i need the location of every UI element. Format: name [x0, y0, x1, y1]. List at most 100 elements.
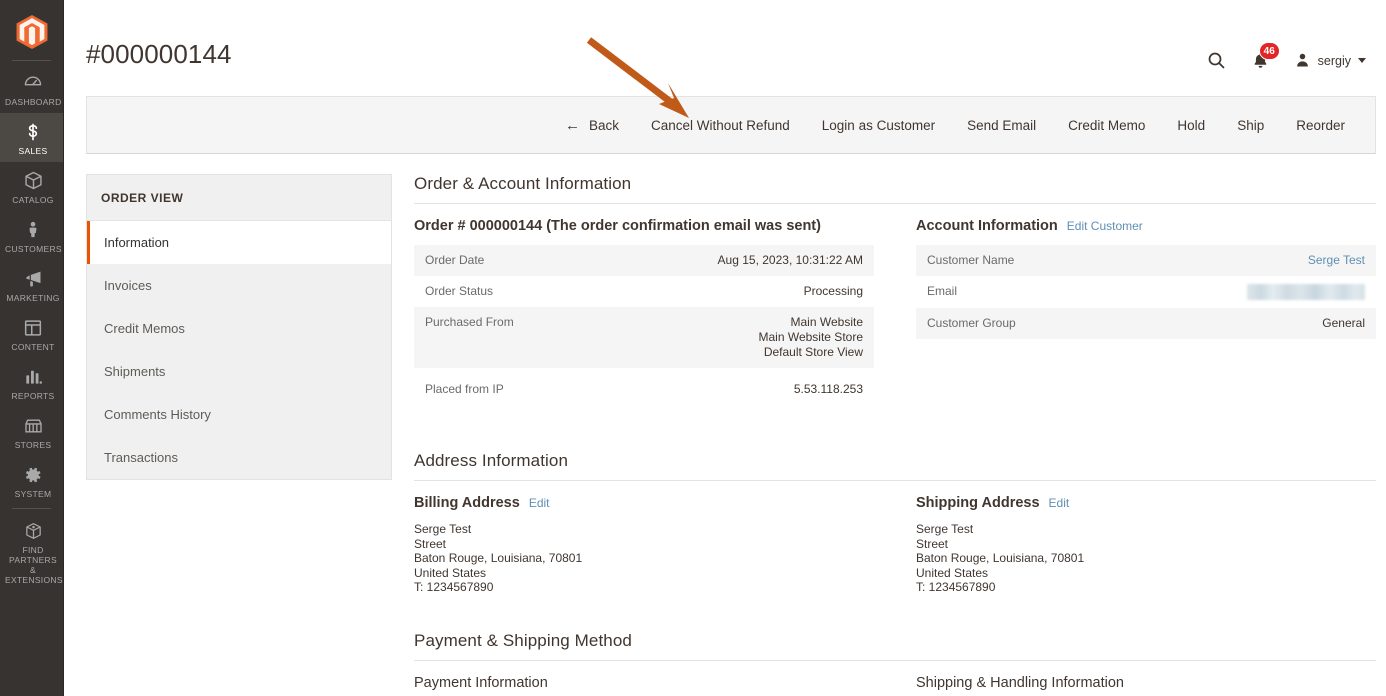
placed-from-ip-value: 5.53.118.253	[793, 382, 863, 396]
order-information-column: Order # 000000144 (The order confirmatio…	[414, 218, 874, 405]
customer-name-value: Serge Test	[1119, 245, 1376, 276]
cancel-without-refund-button[interactable]: Cancel Without Refund	[635, 110, 806, 141]
sidebar-item-find-partners[interactable]: Find Partners & Extensions	[0, 512, 63, 591]
gear-icon	[5, 463, 61, 487]
customer-group-value: General	[1322, 316, 1365, 330]
address-line: Baton Rouge, Louisiana, 70801	[916, 551, 1085, 565]
order-view-nav-item-transactions[interactable]: Transactions	[87, 436, 391, 479]
order-view-nav-item-credit-memos[interactable]: Credit Memos	[87, 307, 391, 350]
table-row: Order Status Processing	[414, 276, 874, 307]
order-account-columns: Order # 000000144 (The order confirmatio…	[414, 218, 1376, 405]
credit-memo-button[interactable]: Credit Memo	[1052, 110, 1161, 141]
sidebar-item-customers[interactable]: Customers	[0, 211, 63, 260]
sidebar-label: Dashboard	[5, 97, 62, 107]
arrow-left-icon: ←	[564, 116, 580, 134]
edit-billing-address-link[interactable]: Edit	[529, 496, 550, 510]
address-line: United States	[916, 565, 989, 580]
storefront-icon	[5, 414, 61, 438]
table-row: Purchased From Main Website Main Website…	[414, 307, 874, 368]
account-information-column: Account Information Edit Customer Custom…	[916, 218, 1376, 405]
notifications-button[interactable]: 46	[1251, 42, 1280, 71]
page-title: #000000144	[86, 39, 232, 69]
address-line: T: 1234567890	[916, 580, 996, 594]
table-row: Order Date Aug 15, 2023, 10:31:22 AM	[414, 245, 874, 276]
search-icon[interactable]	[1206, 50, 1227, 71]
sidebar-item-sales[interactable]: Sales	[0, 113, 63, 162]
sidebar-label: Sales	[18, 146, 48, 156]
address-line: Baton Rouge, Louisiana, 70801	[414, 551, 583, 565]
sidebar-label: System	[14, 489, 52, 499]
order-view-nav-item-information[interactable]: Information	[87, 221, 391, 264]
sidebar-label: Customers	[5, 244, 62, 254]
billing-address-heading: Billing Address Edit	[414, 495, 874, 511]
payment-shipping-columns: Payment Information Shipping & Handling …	[414, 675, 1376, 696]
sidebar-divider-bottom	[12, 508, 51, 509]
header-actions: 46 sergiy	[1206, 38, 1376, 71]
back-button[interactable]: ← Back	[549, 110, 635, 141]
login-as-customer-button[interactable]: Login as Customer	[806, 110, 951, 141]
customer-name-label: Customer Name	[927, 253, 1015, 267]
order-view-nav-title: ORDER VIEW	[87, 175, 391, 221]
notification-count-badge: 46	[1258, 42, 1280, 60]
send-email-button[interactable]: Send Email	[951, 110, 1052, 141]
sidebar-item-reports[interactable]: Reports	[0, 358, 63, 407]
table-row: Email	[916, 276, 1376, 308]
address-line: Street	[916, 536, 949, 551]
account-heading-text: Account Information	[916, 218, 1058, 234]
shipping-address-heading-text: Shipping Address	[916, 495, 1040, 511]
ship-button[interactable]: Ship	[1221, 110, 1280, 141]
sidebar-item-catalog[interactable]: Catalog	[0, 162, 63, 211]
order-action-bar: ← Back Cancel Without Refund Login as Cu…	[86, 96, 1376, 154]
sidebar-label: Catalog	[12, 195, 54, 205]
chevron-down-icon	[1358, 58, 1366, 63]
hold-button[interactable]: Hold	[1161, 110, 1221, 141]
address-line: United States	[414, 565, 487, 580]
customer-name-link[interactable]: Serge Test	[1308, 253, 1365, 267]
dashboard-icon	[5, 71, 61, 95]
sidebar-divider-top	[12, 60, 51, 61]
order-account-section-title: Order & Account Information	[414, 174, 1376, 204]
sidebar-item-dashboard[interactable]: Dashboard	[0, 64, 63, 113]
sidebar-item-marketing[interactable]: Marketing	[0, 260, 63, 309]
person-icon	[5, 218, 61, 242]
edit-customer-link[interactable]: Edit Customer	[1067, 219, 1143, 233]
address-section-title: Address Information	[414, 451, 1376, 481]
megaphone-icon	[5, 267, 61, 291]
shipping-address-heading: Shipping Address Edit	[916, 495, 1376, 511]
sidebar-label: Marketing	[6, 293, 60, 303]
sidebar-item-stores[interactable]: Stores	[0, 407, 63, 456]
bar-chart-icon	[5, 365, 61, 389]
address-line: Serge Test	[916, 522, 974, 536]
order-view-nav: ORDER VIEW Information Invoices Credit M…	[86, 174, 392, 480]
address-line: Serge Test	[414, 522, 472, 536]
order-status-value: Processing	[803, 284, 863, 298]
account-information-table: Customer Name Serge Test Email Customer …	[916, 245, 1376, 339]
order-heading-text: Order # 000000144 (The order confirmatio…	[414, 218, 821, 234]
dollar-icon	[5, 120, 61, 144]
sidebar-item-system[interactable]: System	[0, 456, 63, 505]
user-avatar-icon	[1296, 53, 1308, 67]
reorder-button[interactable]: Reorder	[1280, 110, 1361, 141]
magento-logo[interactable]	[0, 0, 63, 57]
order-view-nav-item-invoices[interactable]: Invoices	[87, 264, 391, 307]
content-area: ORDER VIEW Information Invoices Credit M…	[64, 154, 1386, 696]
order-information-table: Order Date Aug 15, 2023, 10:31:22 AM Ord…	[414, 245, 874, 405]
purchased-from-value: Main Website Main Website Store Default …	[758, 315, 864, 359]
sidebar-item-content[interactable]: Content	[0, 309, 63, 358]
order-view-nav-item-comments-history[interactable]: Comments History	[87, 393, 391, 436]
purchased-from-label: Purchased From	[425, 315, 514, 329]
edit-shipping-address-link[interactable]: Edit	[1049, 496, 1070, 510]
table-row: Placed from IP 5.53.118.253	[414, 368, 874, 405]
order-status-label: Order Status	[425, 284, 494, 298]
order-date-value: Aug 15, 2023, 10:31:22 AM	[717, 253, 863, 267]
sidebar-label: Content	[11, 342, 55, 352]
shipping-handling-heading: Shipping & Handling Information	[916, 674, 1124, 691]
sidebar-label: Reports	[11, 391, 55, 401]
address-columns: Billing Address Edit Serge Test Street B…	[414, 495, 1376, 595]
magento-logo-icon	[16, 14, 47, 49]
order-view-nav-item-shipments[interactable]: Shipments	[87, 350, 391, 393]
admin-sidebar: Dashboard Sales Catalog	[0, 0, 64, 696]
shipping-address-column: Shipping Address Edit Serge Test Street …	[916, 495, 1376, 595]
account-heading: Account Information Edit Customer	[916, 218, 1376, 234]
user-menu[interactable]: sergiy	[1294, 51, 1366, 70]
